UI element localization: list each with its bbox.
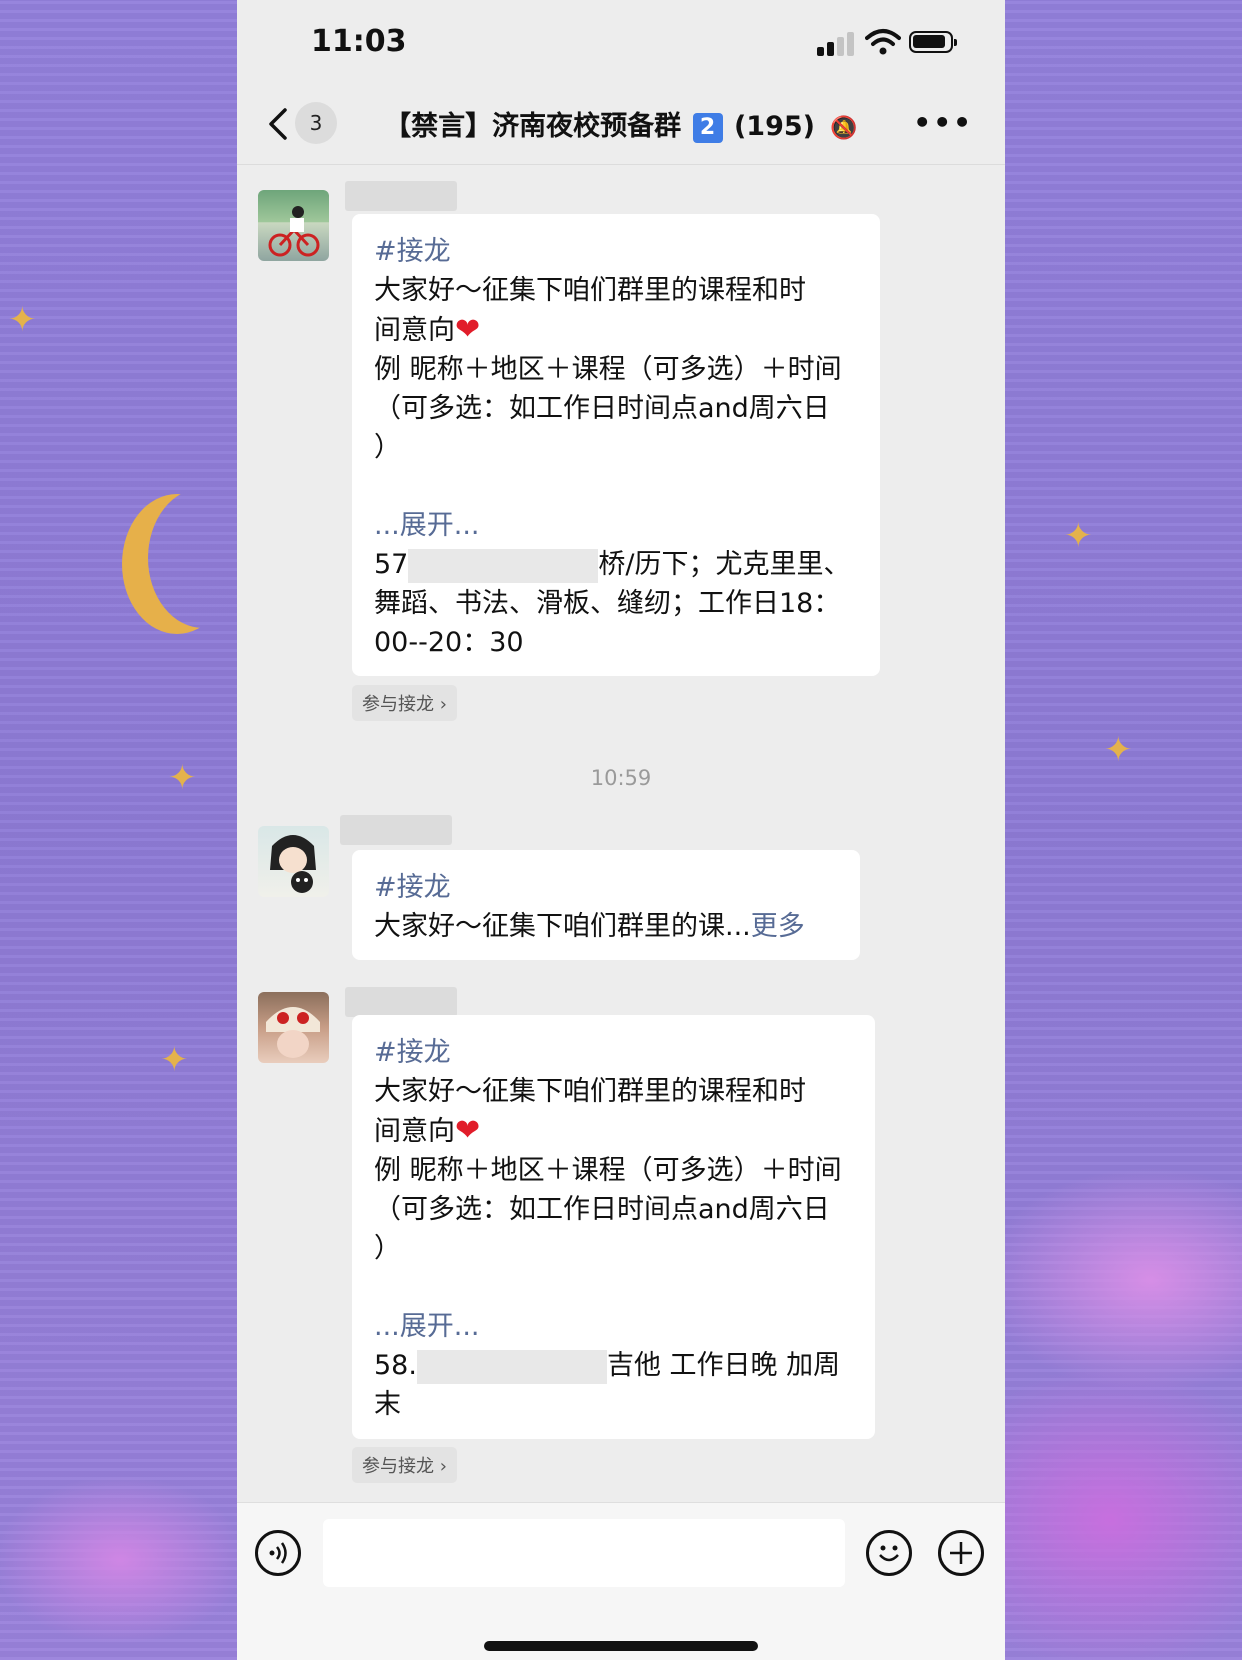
star-decoration: ✦ (168, 758, 197, 798)
sender-name (345, 181, 457, 211)
chat-title[interactable]: 【禁言】济南夜校预备群 2 (195) 🔕 (237, 104, 1005, 143)
heart-icon: ❤ (455, 1113, 481, 1148)
star-decoration: ✦ (1064, 516, 1093, 556)
message-line: （可多选：如工作日时间点and周六日 (374, 1194, 830, 1225)
message-line: ） (374, 1233, 401, 1264)
more-options-icon[interactable]: ••• (913, 106, 973, 139)
sender-name (340, 815, 452, 845)
solitaire-tag[interactable]: #接龙 (374, 1033, 853, 1072)
message-line: 大家好～征集下咱们群里的课程和时 (374, 275, 806, 306)
entry-number: 58. (374, 1350, 417, 1381)
status-bar: 11:03 (237, 0, 1005, 86)
timestamp: 10:59 (590, 766, 652, 790)
redacted-block (416, 1349, 607, 1384)
message-line: ） (374, 432, 401, 463)
join-solitaire-button[interactable]: 参与接龙 › (352, 685, 457, 721)
signal-icon (817, 30, 855, 56)
entry-line: 58. 吉他 工作日晚 加周 (374, 1346, 853, 1385)
entry-text: 吉他 工作日晚 加周 (606, 1350, 841, 1381)
message-line: 例 昵称＋地区＋课程（可多选）＋时间 (374, 1155, 842, 1186)
entry-line: 00--20：30 (374, 627, 524, 658)
avatar[interactable] (258, 190, 329, 261)
wifi-icon (865, 29, 901, 55)
message-bubble[interactable]: #接龙 大家好～征集下咱们群里的课程和时 间意向❤ 例 昵称＋地区＋课程（可多选… (352, 214, 880, 676)
emoji-icon[interactable] (866, 1530, 912, 1576)
message-line: 大家好～征集下咱们群里的课...更多 (374, 907, 838, 946)
expand-link[interactable]: ...展开... (374, 1307, 853, 1346)
entry-line: 57 桥/历下；尤克里里、 (374, 545, 858, 584)
chat-title-text: 【禁言】济南夜校预备群 (384, 111, 682, 142)
voice-input-icon[interactable] (255, 1530, 301, 1576)
message-line: 间意向❤ (374, 310, 858, 350)
member-count: (195) (733, 111, 816, 142)
message-line: 间意向❤ (374, 1111, 853, 1151)
chat-title-number: 2 (692, 112, 723, 143)
entry-line: 末 (374, 1389, 401, 1420)
message-line-text: 间意向 (374, 1116, 455, 1147)
message-line: （可多选：如工作日时间点and周六日 (374, 393, 830, 424)
message-line-text: 间意向 (374, 315, 455, 346)
solitaire-tag[interactable]: #接龙 (374, 232, 858, 271)
expand-link[interactable]: ...展开... (374, 506, 858, 545)
entry-line: 舞蹈、书法、滑板、缝纫；工作日18： (374, 588, 841, 619)
star-decoration: ✦ (8, 300, 37, 340)
solitaire-tag[interactable]: #接龙 (374, 868, 838, 907)
message-preview: 大家好～征集下咱们群里的课... (374, 911, 751, 942)
entry-text: 桥/历下；尤克里里、 (598, 549, 851, 580)
heart-icon: ❤ (455, 312, 481, 347)
star-decoration: ✦ (160, 1040, 189, 1080)
join-solitaire-button[interactable]: 参与接龙 › (352, 1447, 457, 1483)
message-input[interactable] (323, 1519, 845, 1587)
message-line: 大家好～征集下咱们群里的课程和时 (374, 1076, 806, 1107)
sender-name (345, 987, 457, 1017)
muted-bell-icon: 🔕 (830, 116, 858, 141)
avatar[interactable] (258, 992, 329, 1063)
avatar[interactable] (258, 826, 329, 897)
message-line: 例 昵称＋地区＋课程（可多选）＋时间 (374, 354, 842, 385)
input-bar (237, 1502, 1005, 1660)
status-time: 11:03 (311, 24, 407, 59)
star-decoration: ✦ (1104, 730, 1133, 770)
entry-number: 57 (374, 549, 409, 580)
home-indicator[interactable] (484, 1641, 758, 1651)
message-bubble[interactable]: #接龙 大家好～征集下咱们群里的课...更多 (352, 850, 860, 960)
chat-header: 3 【禁言】济南夜校预备群 2 (195) 🔕 ••• (237, 86, 1005, 165)
battery-icon (909, 31, 957, 53)
chat-screen: 11:03 3 【禁言】济南夜校预备群 2 (195) 🔕 ••• #接龙 大家… (237, 0, 1005, 1660)
redacted-block (408, 548, 599, 583)
more-link[interactable]: 更多 (751, 911, 805, 942)
add-plus-icon[interactable] (938, 1530, 984, 1576)
message-bubble[interactable]: #接龙 大家好～征集下咱们群里的课程和时 间意向❤ 例 昵称＋地区＋课程（可多选… (352, 1015, 875, 1439)
